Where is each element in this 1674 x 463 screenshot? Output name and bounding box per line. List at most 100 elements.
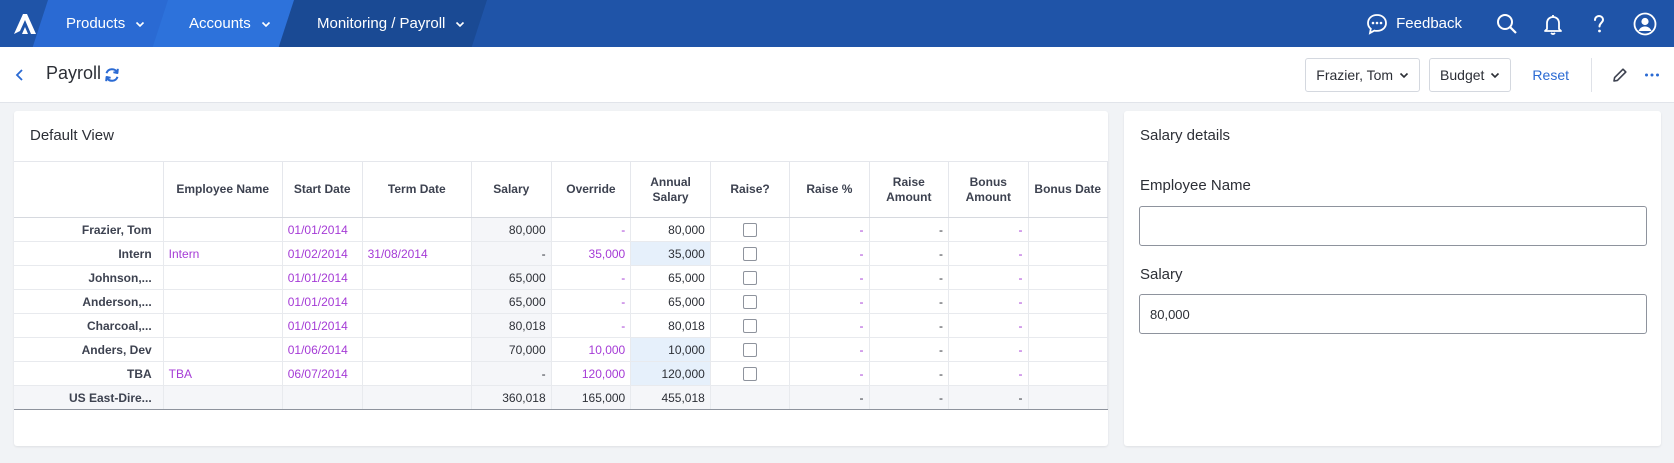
override-cell[interactable]: 10,000	[551, 337, 632, 362]
raise-cell[interactable]	[710, 313, 791, 338]
bonus-amount-cell[interactable]: -	[948, 313, 1029, 338]
raise-pct-cell[interactable]: -	[789, 241, 870, 266]
raise-cell[interactable]	[710, 265, 791, 290]
column-header[interactable]: Bonus Date	[1028, 161, 1108, 218]
raise-amount-cell[interactable]: -	[869, 265, 950, 290]
annual-salary-cell[interactable]: 10,000	[630, 337, 711, 362]
nav-monitoring-payroll[interactable]: Monitoring / Payroll	[317, 0, 465, 47]
column-header[interactable]: Annual Salary	[630, 161, 711, 218]
annual-salary-cell[interactable]: 65,000	[630, 265, 711, 290]
table-row[interactable]: TBA TBA 06/07/2014 - 120,000 120,000 - -…	[14, 361, 1108, 386]
help-button[interactable]	[1576, 0, 1622, 47]
start-date-cell[interactable]: 01/01/2014	[282, 289, 363, 314]
raise-pct-cell[interactable]: -	[789, 265, 870, 290]
raise-checkbox[interactable]	[743, 366, 758, 381]
nav-accounts[interactable]: Accounts	[189, 0, 271, 47]
start-date-cell[interactable]: 01/01/2014	[282, 313, 363, 338]
salary-field[interactable]	[1139, 294, 1647, 334]
total-row[interactable]: US East-Dire... 360,018 165,000 455,018 …	[14, 385, 1108, 410]
edit-button[interactable]	[1604, 58, 1636, 92]
raise-checkbox[interactable]	[743, 246, 758, 261]
bonus-date-cell[interactable]	[1028, 241, 1108, 266]
salary-cell[interactable]: 65,000	[471, 265, 552, 290]
raise-amount-cell[interactable]: -	[869, 337, 950, 362]
employee-name-cell[interactable]	[163, 313, 283, 338]
salary-cell[interactable]: 65,000	[471, 289, 552, 314]
override-cell[interactable]: -	[551, 289, 632, 314]
raise-pct-cell[interactable]: -	[789, 361, 870, 386]
start-date-cell[interactable]: 01/02/2014	[282, 241, 363, 266]
bonus-date-cell[interactable]	[1028, 289, 1108, 314]
nav-products[interactable]: Products	[66, 0, 145, 47]
raise-cell[interactable]	[710, 337, 791, 362]
version-select[interactable]: Budget	[1429, 58, 1512, 92]
override-cell[interactable]: 120,000	[551, 361, 632, 386]
annual-salary-cell[interactable]: 80,018	[630, 313, 711, 338]
bonus-date-cell[interactable]	[1028, 313, 1108, 338]
term-date-cell[interactable]	[362, 289, 473, 314]
annual-salary-cell[interactable]: 80,000	[630, 217, 711, 242]
raise-checkbox[interactable]	[743, 294, 758, 309]
employee-select[interactable]: Frazier, Tom	[1305, 58, 1421, 92]
raise-amount-cell[interactable]: -	[869, 217, 950, 242]
raise-cell[interactable]	[710, 361, 791, 386]
raise-amount-cell[interactable]: -	[869, 241, 950, 266]
raise-cell[interactable]	[710, 217, 791, 242]
salary-cell[interactable]: 70,000	[471, 337, 552, 362]
column-header[interactable]: Bonus Amount	[948, 161, 1029, 218]
term-date-cell[interactable]	[362, 265, 473, 290]
start-date-cell[interactable]: 06/07/2014	[282, 361, 363, 386]
employee-name-cell[interactable]: Intern	[163, 241, 283, 266]
employee-name-cell[interactable]	[163, 217, 283, 242]
employee-name-cell[interactable]	[163, 337, 283, 362]
salary-cell[interactable]: 80,000	[471, 217, 552, 242]
raise-pct-cell[interactable]: -	[789, 217, 870, 242]
column-header[interactable]: Raise Amount	[869, 161, 950, 218]
salary-cell[interactable]: -	[471, 361, 552, 386]
notifications-button[interactable]	[1530, 0, 1576, 47]
table-row[interactable]: Anderson,... 01/01/2014 65,000 - 65,000 …	[14, 289, 1108, 314]
salary-cell[interactable]: 80,018	[471, 313, 552, 338]
feedback-button[interactable]: Feedback	[1366, 13, 1462, 35]
table-row[interactable]: Anders, Dev 01/06/2014 70,000 10,000 10,…	[14, 337, 1108, 362]
term-date-cell[interactable]	[362, 217, 473, 242]
column-header[interactable]: Start Date	[282, 161, 363, 218]
table-row[interactable]: Johnson,... 01/01/2014 65,000 - 65,000 -…	[14, 265, 1108, 290]
column-header[interactable]: Raise?	[710, 161, 791, 218]
table-row[interactable]: Charcoal,... 01/01/2014 80,018 - 80,018 …	[14, 313, 1108, 338]
employee-name-field[interactable]	[1139, 206, 1647, 246]
column-header[interactable]: Salary	[471, 161, 552, 218]
employee-name-cell[interactable]	[163, 265, 283, 290]
annual-salary-cell[interactable]: 120,000	[630, 361, 711, 386]
app-logo-icon[interactable]	[12, 12, 38, 36]
table-row[interactable]: Intern Intern 01/02/2014 31/08/2014 - 35…	[14, 241, 1108, 266]
bonus-date-cell[interactable]	[1028, 361, 1108, 386]
annual-salary-cell[interactable]: 35,000	[630, 241, 711, 266]
column-header[interactable]: Raise %	[789, 161, 870, 218]
more-options-button[interactable]	[1636, 58, 1668, 92]
search-button[interactable]	[1484, 0, 1530, 47]
bonus-date-cell[interactable]	[1028, 337, 1108, 362]
bonus-amount-cell[interactable]: -	[948, 337, 1029, 362]
table-row[interactable]: Frazier, Tom 01/01/2014 80,000 - 80,000 …	[14, 217, 1108, 242]
override-cell[interactable]: 35,000	[551, 241, 632, 266]
back-arrow-icon[interactable]	[10, 65, 30, 85]
column-header[interactable]: Term Date	[362, 161, 473, 218]
raise-cell[interactable]	[710, 289, 791, 314]
raise-amount-cell[interactable]: -	[869, 313, 950, 338]
raise-pct-cell[interactable]: -	[789, 337, 870, 362]
start-date-cell[interactable]: 01/01/2014	[282, 265, 363, 290]
bonus-date-cell[interactable]	[1028, 217, 1108, 242]
start-date-cell[interactable]: 01/06/2014	[282, 337, 363, 362]
raise-pct-cell[interactable]: -	[789, 313, 870, 338]
raise-amount-cell[interactable]: -	[869, 289, 950, 314]
raise-checkbox[interactable]	[743, 318, 758, 333]
raise-checkbox[interactable]	[743, 270, 758, 285]
override-cell[interactable]: -	[551, 217, 632, 242]
raise-pct-cell[interactable]: -	[789, 289, 870, 314]
column-header[interactable]: Override	[551, 161, 632, 218]
override-cell[interactable]: -	[551, 313, 632, 338]
reset-button[interactable]: Reset	[1532, 67, 1569, 83]
user-profile-button[interactable]	[1622, 0, 1668, 47]
term-date-cell[interactable]	[362, 361, 473, 386]
